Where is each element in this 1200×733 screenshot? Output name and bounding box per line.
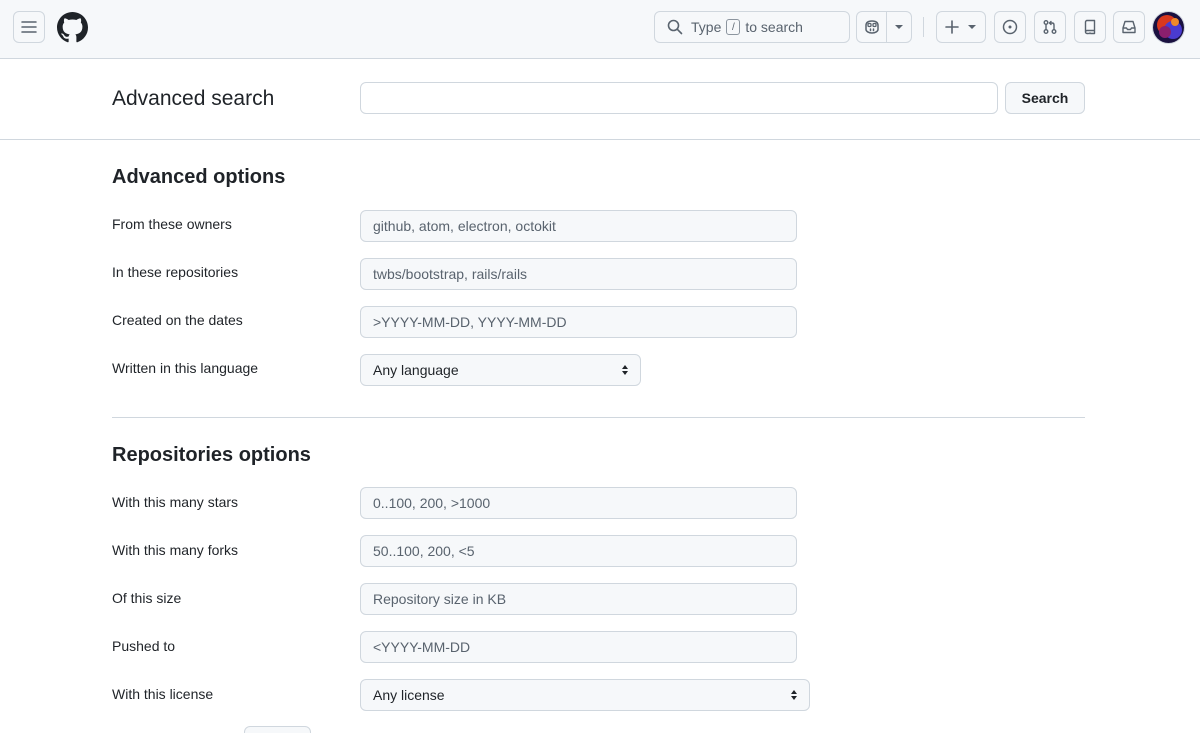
caret-down-icon bbox=[968, 25, 976, 29]
size-label: Of this size bbox=[112, 590, 182, 606]
pull-requests-button[interactable] bbox=[1034, 11, 1066, 43]
repositories-button[interactable] bbox=[1074, 11, 1106, 43]
top-header: Type / to search bbox=[0, 0, 1200, 59]
search-button[interactable]: Search bbox=[1005, 82, 1085, 114]
plus-icon bbox=[945, 20, 959, 34]
partial-button[interactable] bbox=[244, 726, 311, 733]
copilot-button[interactable] bbox=[857, 12, 888, 42]
issues-button[interactable] bbox=[994, 11, 1026, 43]
git-pull-request-icon bbox=[1043, 20, 1057, 34]
create-new-button[interactable] bbox=[936, 11, 986, 43]
section-divider bbox=[112, 417, 1085, 418]
pushed-label: Pushed to bbox=[112, 638, 176, 654]
language-label: Written in this language bbox=[112, 360, 259, 376]
select-arrows-icon bbox=[791, 690, 797, 700]
issue-opened-icon bbox=[1002, 19, 1018, 35]
repositories-input[interactable] bbox=[360, 258, 797, 290]
copilot-icon bbox=[864, 20, 879, 34]
repositories-label: In these repositories bbox=[112, 264, 239, 280]
header-search-hint: Type / to search bbox=[691, 19, 803, 35]
header-search-button[interactable]: Type / to search bbox=[654, 11, 850, 43]
stars-label: With this many stars bbox=[112, 494, 239, 510]
notifications-button[interactable] bbox=[1113, 11, 1145, 43]
stars-input[interactable] bbox=[360, 487, 797, 519]
inbox-icon bbox=[1122, 20, 1136, 34]
created-dates-input[interactable] bbox=[360, 306, 797, 338]
search-input[interactable] bbox=[360, 82, 998, 114]
search-hint-suffix: to search bbox=[745, 19, 803, 35]
owners-input[interactable] bbox=[360, 210, 797, 242]
caret-down-icon bbox=[895, 25, 904, 29]
language-select[interactable]: Any language bbox=[360, 354, 641, 386]
created-dates-label: Created on the dates bbox=[112, 312, 243, 328]
search-hint-prefix: Type bbox=[691, 19, 722, 35]
owners-label: From these owners bbox=[112, 216, 232, 232]
search-hint-key: / bbox=[726, 19, 741, 35]
license-label: With this license bbox=[112, 686, 214, 702]
select-arrows-icon bbox=[622, 365, 628, 375]
license-select[interactable]: Any license bbox=[360, 679, 810, 711]
copilot-button-group bbox=[856, 11, 912, 43]
avatar[interactable] bbox=[1152, 11, 1185, 44]
page-title: Advanced search bbox=[112, 87, 275, 110]
forks-label: With this many forks bbox=[112, 542, 239, 558]
license-select-value: Any license bbox=[373, 687, 445, 703]
language-select-value: Any language bbox=[373, 362, 459, 378]
advanced-options-title: Advanced options bbox=[112, 166, 286, 188]
pushed-input[interactable] bbox=[360, 631, 797, 663]
divider bbox=[0, 139, 1200, 140]
size-input[interactable] bbox=[360, 583, 797, 615]
menu-button[interactable] bbox=[13, 11, 45, 43]
repo-icon bbox=[1084, 19, 1096, 35]
forks-input[interactable] bbox=[360, 535, 797, 567]
search-icon bbox=[667, 19, 683, 35]
hamburger-menu-icon bbox=[21, 21, 37, 33]
copilot-menu-button[interactable] bbox=[887, 12, 911, 42]
header-divider bbox=[923, 17, 924, 37]
github-logo-icon[interactable] bbox=[57, 12, 88, 43]
repositories-options-title: Repositories options bbox=[112, 444, 311, 466]
